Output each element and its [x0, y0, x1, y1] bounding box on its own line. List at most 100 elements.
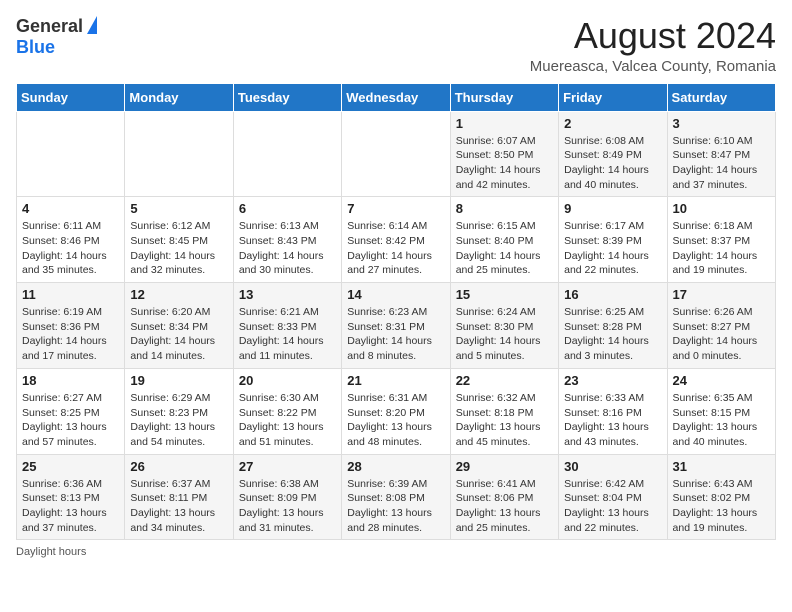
day-info: Sunrise: 6:15 AMSunset: 8:40 PMDaylight:…: [456, 219, 553, 278]
weekday-header-friday: Friday: [559, 83, 667, 111]
logo-triangle-icon: [87, 16, 97, 34]
calendar-cell: [233, 111, 341, 197]
daylight-label: Daylight hours: [16, 546, 86, 558]
day-info: Sunrise: 6:14 AMSunset: 8:42 PMDaylight:…: [347, 219, 444, 278]
day-info: Sunrise: 6:33 AMSunset: 8:16 PMDaylight:…: [564, 391, 661, 450]
day-number: 8: [456, 201, 553, 216]
day-number: 30: [564, 459, 661, 474]
day-number: 17: [673, 287, 770, 302]
calendar-cell: 12Sunrise: 6:20 AMSunset: 8:34 PMDayligh…: [125, 283, 233, 369]
weekday-header-thursday: Thursday: [450, 83, 558, 111]
calendar-cell: 23 Sunrise: 6:33 AMSunset: 8:16 PMDayligh…: [559, 368, 667, 454]
main-title: August 2024: [530, 16, 776, 56]
calendar-cell: 26 Sunrise: 6:37 AMSunset: 8:11 PMDayligh…: [125, 454, 233, 540]
calendar-cell: 29Sunrise: 6:41 AMSunset: 8:06 PMDayligh…: [450, 454, 558, 540]
title-block: August 2024 Muereasca, Valcea County, Ro…: [530, 16, 776, 75]
calendar-header: SundayMondayTuesdayWednesdayThursdayFrid…: [17, 83, 776, 111]
calendar-cell: 31 Sunrise: 6:43 AMSunset: 8:02 PMDayligh…: [667, 454, 775, 540]
day-info: Sunrise: 6:35 AMSunset: 8:15 PMDaylight:…: [673, 391, 770, 450]
calendar-cell: [17, 111, 125, 197]
logo-general-text: General: [16, 16, 83, 37]
day-info: Sunrise: 6:42 AMSunset: 8:04 PMDaylight:…: [564, 477, 661, 536]
calendar-cell: 17 Sunrise: 6:26 AMSunset: 8:27 PMDayligh…: [667, 283, 775, 369]
calendar-cell: 9 Sunrise: 6:17 AMSunset: 8:39 PMDaylight…: [559, 197, 667, 283]
day-info: Sunrise: 6:43 AMSunset: 8:02 PMDaylight:…: [673, 477, 770, 536]
day-info: Sunrise: 6:10 AMSunset: 8:47 PMDaylight:…: [673, 134, 770, 193]
day-number: 12: [130, 287, 227, 302]
page-header: General Blue August 2024 Muereasca, Valc…: [16, 16, 776, 75]
day-number: 2: [564, 116, 661, 131]
day-info: Sunrise: 6:39 AMSunset: 8:08 PMDaylight:…: [347, 477, 444, 536]
day-number: 13: [239, 287, 336, 302]
calendar-cell: 13 Sunrise: 6:21 AMSunset: 8:33 PMDayligh…: [233, 283, 341, 369]
calendar-cell: 4Sunrise: 6:11 AMSunset: 8:46 PMDaylight…: [17, 197, 125, 283]
day-number: 16: [564, 287, 661, 302]
calendar-cell: 8 Sunrise: 6:15 AMSunset: 8:40 PMDaylight…: [450, 197, 558, 283]
weekday-header-tuesday: Tuesday: [233, 83, 341, 111]
day-number: 21: [347, 373, 444, 388]
day-info: Sunrise: 6:38 AMSunset: 8:09 PMDaylight:…: [239, 477, 336, 536]
calendar-cell: 21 Sunrise: 6:31 AMSunset: 8:20 PMDayligh…: [342, 368, 450, 454]
day-number: 11: [22, 287, 119, 302]
calendar-cell: 14 Sunrise: 6:23 AMSunset: 8:31 PMDayligh…: [342, 283, 450, 369]
calendar-week-row: 25 Sunrise: 6:36 AMSunset: 8:13 PMDayligh…: [17, 454, 776, 540]
day-info: Sunrise: 6:23 AMSunset: 8:31 PMDaylight:…: [347, 305, 444, 364]
calendar-cell: 30 Sunrise: 6:42 AMSunset: 8:04 PMDayligh…: [559, 454, 667, 540]
logo-blue-text: Blue: [16, 37, 55, 58]
calendar-cell: 25 Sunrise: 6:36 AMSunset: 8:13 PMDayligh…: [17, 454, 125, 540]
day-info: Sunrise: 6:32 AMSunset: 8:18 PMDaylight:…: [456, 391, 553, 450]
day-number: 15: [456, 287, 553, 302]
calendar-cell: 19Sunrise: 6:29 AMSunset: 8:23 PMDayligh…: [125, 368, 233, 454]
day-number: 7: [347, 201, 444, 216]
day-number: 19: [130, 373, 227, 388]
day-info: Sunrise: 6:36 AMSunset: 8:13 PMDaylight:…: [22, 477, 119, 536]
day-info: Sunrise: 6:18 AMSunset: 8:37 PMDaylight:…: [673, 219, 770, 278]
day-number: 23: [564, 373, 661, 388]
calendar-cell: 28 Sunrise: 6:39 AMSunset: 8:08 PMDayligh…: [342, 454, 450, 540]
calendar-cell: 22Sunrise: 6:32 AMSunset: 8:18 PMDayligh…: [450, 368, 558, 454]
calendar-cell: 11Sunrise: 6:19 AMSunset: 8:36 PMDayligh…: [17, 283, 125, 369]
day-info: Sunrise: 6:12 AMSunset: 8:45 PMDaylight:…: [130, 219, 227, 278]
calendar-cell: 27 Sunrise: 6:38 AMSunset: 8:09 PMDayligh…: [233, 454, 341, 540]
calendar-cell: 16Sunrise: 6:25 AMSunset: 8:28 PMDayligh…: [559, 283, 667, 369]
day-number: 6: [239, 201, 336, 216]
weekday-header-saturday: Saturday: [667, 83, 775, 111]
day-number: 9: [564, 201, 661, 216]
day-number: 5: [130, 201, 227, 216]
day-info: Sunrise: 6:21 AMSunset: 8:33 PMDaylight:…: [239, 305, 336, 364]
calendar-week-row: 4Sunrise: 6:11 AMSunset: 8:46 PMDaylight…: [17, 197, 776, 283]
day-info: Sunrise: 6:31 AMSunset: 8:20 PMDaylight:…: [347, 391, 444, 450]
weekday-header-wednesday: Wednesday: [342, 83, 450, 111]
day-number: 27: [239, 459, 336, 474]
day-info: Sunrise: 6:08 AMSunset: 8:49 PMDaylight:…: [564, 134, 661, 193]
day-number: 26: [130, 459, 227, 474]
day-info: Sunrise: 6:11 AMSunset: 8:46 PMDaylight:…: [22, 219, 119, 278]
day-info: Sunrise: 6:13 AMSunset: 8:43 PMDaylight:…: [239, 219, 336, 278]
day-number: 18: [22, 373, 119, 388]
calendar-cell: 20Sunrise: 6:30 AMSunset: 8:22 PMDayligh…: [233, 368, 341, 454]
calendar-table: SundayMondayTuesdayWednesdayThursdayFrid…: [16, 83, 776, 541]
day-number: 14: [347, 287, 444, 302]
day-info: Sunrise: 6:17 AMSunset: 8:39 PMDaylight:…: [564, 219, 661, 278]
day-info: Sunrise: 6:07 AMSunset: 8:50 PMDaylight:…: [456, 134, 553, 193]
calendar-cell: 1Sunrise: 6:07 AMSunset: 8:50 PMDaylight…: [450, 111, 558, 197]
subtitle: Muereasca, Valcea County, Romania: [530, 58, 776, 75]
day-number: 28: [347, 459, 444, 474]
day-info: Sunrise: 6:37 AMSunset: 8:11 PMDaylight:…: [130, 477, 227, 536]
weekday-header-sunday: Sunday: [17, 83, 125, 111]
day-number: 3: [673, 116, 770, 131]
calendar-cell: 7 Sunrise: 6:14 AMSunset: 8:42 PMDaylight…: [342, 197, 450, 283]
weekday-header-row: SundayMondayTuesdayWednesdayThursdayFrid…: [17, 83, 776, 111]
day-info: Sunrise: 6:41 AMSunset: 8:06 PMDaylight:…: [456, 477, 553, 536]
calendar-cell: 15 Sunrise: 6:24 AMSunset: 8:30 PMDayligh…: [450, 283, 558, 369]
calendar-week-row: 1Sunrise: 6:07 AMSunset: 8:50 PMDaylight…: [17, 111, 776, 197]
calendar-week-row: 18Sunrise: 6:27 AMSunset: 8:25 PMDayligh…: [17, 368, 776, 454]
day-info: Sunrise: 6:24 AMSunset: 8:30 PMDaylight:…: [456, 305, 553, 364]
day-info: Sunrise: 6:30 AMSunset: 8:22 PMDaylight:…: [239, 391, 336, 450]
day-info: Sunrise: 6:26 AMSunset: 8:27 PMDaylight:…: [673, 305, 770, 364]
weekday-header-monday: Monday: [125, 83, 233, 111]
calendar-cell: 5 Sunrise: 6:12 AMSunset: 8:45 PMDaylight…: [125, 197, 233, 283]
calendar-cell: 24Sunrise: 6:35 AMSunset: 8:15 PMDayligh…: [667, 368, 775, 454]
day-number: 31: [673, 459, 770, 474]
day-number: 25: [22, 459, 119, 474]
